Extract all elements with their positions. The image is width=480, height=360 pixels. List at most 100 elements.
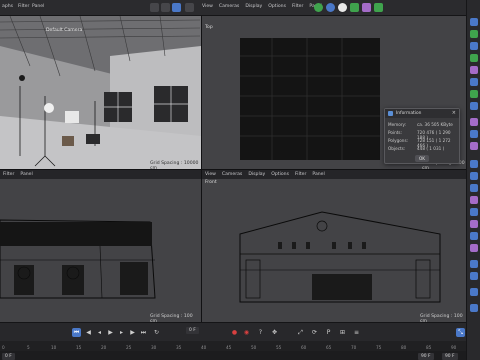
tick-label: 35 [176,345,182,350]
tick-label: 15 [76,345,82,350]
top-viewport-menu: View Cameras Display Options Filter Pane… [202,4,322,9]
tick-label: 70 [351,345,357,350]
tick-label: 50 [251,345,257,350]
palette-workplane-icon[interactable] [470,288,478,296]
tick-label: 90 [451,345,457,350]
cube-icon[interactable] [350,3,359,12]
memory-value: ca. 36 505 KByte [417,122,453,127]
menu-cameras[interactable]: Cameras [219,4,239,9]
palette-light-icon[interactable] [470,54,478,62]
palette-deformer-icon[interactable] [470,78,478,86]
menu-item-panel[interactable]: Panel [32,4,44,9]
menu-filter[interactable]: Filter [292,4,303,9]
palette-snap-icon[interactable] [470,172,478,180]
position-key-icon[interactable]: ✥ [270,328,279,337]
palette-settings-icon[interactable] [470,272,478,280]
render-settings-icon[interactable] [338,3,347,12]
previous-key-icon[interactable]: ◀ [84,328,93,337]
palette-layer-icon[interactable] [470,196,478,204]
menu-item-graphs[interactable]: aphs [2,4,13,9]
autokey-icon[interactable]: ◉ [242,328,251,337]
go-to-start-icon[interactable]: ⏮ [72,328,81,337]
palette-material-icon[interactable] [470,118,478,126]
tick-label: 30 [151,345,157,350]
studio-render [0,16,201,169]
pla-key-icon[interactable]: ⊞ [338,328,347,337]
palette-sculpt-icon[interactable] [470,232,478,240]
palette-grid-icon[interactable] [470,184,478,192]
palette-generator-icon[interactable] [470,90,478,98]
main-toolbar: aphs Filter Panel View Cameras Display O… [0,0,466,16]
tick-label: 45 [226,345,232,350]
tick-label: 55 [276,345,282,350]
scale-tool-icon[interactable] [161,3,170,12]
go-to-end-icon[interactable]: ⏭ [139,328,148,337]
objects-value: 448 ( 1 031 ) [417,146,445,151]
previous-frame-icon[interactable]: ◂ [95,328,104,337]
front-viewport[interactable]: View Cameras Display Options Filter Pane… [202,170,466,322]
timeline-ruler[interactable]: 0 5 10 15 20 25 30 35 40 45 50 55 60 65 … [0,341,466,351]
keyframe-selection-icon[interactable]: ? [256,328,265,337]
palette-camera-icon[interactable] [470,42,478,50]
rotation-key-icon[interactable]: ⟳ [310,328,319,337]
memory-label: Memory: [388,122,407,127]
dope-sheet-icon[interactable]: ≡ [352,328,361,337]
palette-help-icon[interactable] [470,304,478,312]
tick-label: 0 [2,345,5,350]
palette-scene-icon[interactable] [470,142,478,150]
menu-item-filter[interactable]: Filter [18,4,29,9]
close-icon[interactable]: × [452,110,456,116]
max-frame-field[interactable]: 90 F [442,353,458,360]
palette-axis-icon[interactable] [470,208,478,216]
tick-label: 75 [376,345,382,350]
viewport-divider-horizontal[interactable] [0,169,466,170]
timeline-panel: ⏮ ◀ ◂ ▶ ▸ ▶ ⏭ ↻ 0 F ● ◉ ? ✥ ⤢ ⟳ P ⊞ ≡ ⤡ … [0,322,466,360]
camera-label: Default Camera [46,28,83,33]
polygons-label: Polygons: [388,138,409,143]
loop-icon[interactable]: ↻ [152,328,161,337]
next-frame-icon[interactable]: ▸ [117,328,126,337]
palette-cube-icon[interactable] [470,30,478,38]
parameter-key-icon[interactable]: P [324,328,333,337]
front-wireframe [239,211,441,303]
grid-spacing-perspective: Grid Spacing : 10000 cm [150,161,199,169]
grid-spacing-front: Grid Spacing : 100 cm [420,314,463,322]
tick-label: 80 [401,345,407,350]
tick-label: 40 [201,345,207,350]
rotate-tool-icon[interactable] [185,3,194,12]
info-icon [388,111,393,116]
right-viewport[interactable]: Filter Panel Grid Spacing : 100 cm [0,170,201,322]
next-key-icon[interactable]: ▶ [128,328,137,337]
tick-label: 65 [326,345,332,350]
current-frame-field[interactable]: 0 F [186,327,199,334]
generator-icon[interactable] [374,3,383,12]
menu-options[interactable]: Options [268,4,286,9]
spline-icon[interactable] [362,3,371,12]
palette-uv-icon[interactable] [470,244,478,252]
palette-render-icon[interactable] [470,160,478,168]
menu-display[interactable]: Display [245,4,262,9]
timeline-expand-icon[interactable]: ⤡ [456,328,465,337]
start-frame-field[interactable]: 0 F [2,353,15,360]
tick-label: 85 [426,345,432,350]
menu-view[interactable]: View [202,4,213,9]
palette-spline-icon[interactable] [470,66,478,74]
palette-object-icon[interactable] [470,18,478,26]
tick-label: 10 [51,345,57,350]
palette-lock-icon[interactable] [470,260,478,268]
scale-key-icon[interactable]: ⤢ [296,328,305,337]
play-icon[interactable]: ▶ [106,328,115,337]
perspective-viewport[interactable]: Default Camera Grid Spacing : 10000 cm [0,16,201,169]
palette-paint-icon[interactable] [470,220,478,228]
record-icon[interactable]: ● [230,328,239,337]
palette-field-icon[interactable] [470,102,478,110]
points-label: Points: [388,130,402,135]
c4d-app-window: aphs Filter Panel View Cameras Display O… [0,0,480,360]
ok-button[interactable]: OK [415,155,429,162]
render-view-icon[interactable] [326,3,335,12]
render-icon[interactable] [314,3,323,12]
end-frame-field[interactable]: 90 F [418,353,434,360]
move-tool-icon[interactable] [150,3,159,12]
palette-tag-icon[interactable] [470,130,478,138]
select-tool-icon[interactable] [172,3,181,12]
